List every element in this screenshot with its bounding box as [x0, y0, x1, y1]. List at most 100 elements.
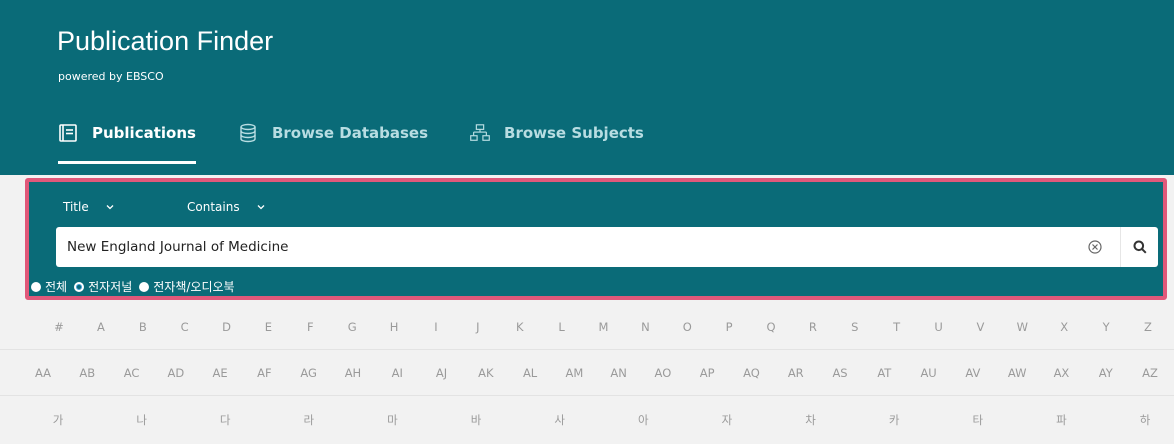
browse-letter-link[interactable]: AS: [820, 366, 860, 380]
browse-letter-link[interactable]: AL: [510, 366, 550, 380]
browse-letter-link[interactable]: 다: [205, 412, 245, 428]
browse-letter-link[interactable]: AG: [289, 366, 329, 380]
browse-letter-link[interactable]: 마: [372, 412, 412, 428]
operator-select[interactable]: Contains: [187, 200, 266, 214]
browse-letter-link[interactable]: 자: [707, 412, 747, 428]
search-panel: Title Contains New England Journal of Me…: [25, 178, 1167, 300]
browse-letter-link[interactable]: AP: [687, 366, 727, 380]
filter-label: 전체: [45, 280, 68, 294]
browse-letter-link[interactable]: AY: [1086, 366, 1126, 380]
browse-letter-link[interactable]: 아: [623, 412, 663, 428]
browse-letter-link[interactable]: F: [290, 320, 330, 334]
browse-letter-link[interactable]: B: [123, 320, 163, 334]
filter-label: 전자저널: [88, 280, 133, 294]
field-select-value: Title: [63, 200, 89, 214]
browse-letter-link[interactable]: W: [1002, 320, 1042, 334]
field-select[interactable]: Title: [63, 200, 187, 214]
browse-letter-link[interactable]: V: [960, 320, 1000, 334]
browse-letter-link[interactable]: R: [793, 320, 833, 334]
browse-letter-link[interactable]: J: [458, 320, 498, 334]
browse-letter-link[interactable]: AW: [997, 366, 1037, 380]
hierarchy-icon: [470, 123, 490, 143]
clear-search-icon[interactable]: [1086, 238, 1104, 256]
tab-label: Browse Subjects: [504, 124, 644, 142]
brand-subtitle: powered by EBSCO: [58, 70, 164, 83]
browse-letter-link[interactable]: H: [374, 320, 414, 334]
radio-dot: [74, 281, 85, 292]
browse-letter-link[interactable]: G: [332, 320, 372, 334]
tab-bar: Publications Browse Databases Browse Sub…: [58, 118, 686, 164]
browse-letter-link[interactable]: AM: [554, 366, 594, 380]
browse-letter-link[interactable]: 카: [874, 412, 914, 428]
browse-letter-link[interactable]: 가: [38, 412, 78, 428]
browse-letter-link[interactable]: Y: [1086, 320, 1126, 334]
filter-label: 전자책/오디오북: [153, 280, 235, 294]
browse-letter-link[interactable]: AJ: [422, 366, 462, 380]
browse-letter-link[interactable]: AV: [953, 366, 993, 380]
browse-letter-link[interactable]: AZ: [1130, 366, 1170, 380]
browse-letter-link[interactable]: AU: [909, 366, 949, 380]
browse-letter-link[interactable]: 타: [958, 412, 998, 428]
radio-dot: [31, 281, 41, 292]
browse-letter-link[interactable]: AX: [1041, 366, 1081, 380]
browse-letter-link[interactable]: 하: [1125, 412, 1165, 428]
browse-letter-link[interactable]: AK: [466, 366, 506, 380]
filter-all[interactable]: 전체: [31, 278, 67, 295]
browse-letter-link[interactable]: 사: [540, 412, 580, 428]
browse-letter-link[interactable]: 차: [791, 412, 831, 428]
book-icon: [58, 123, 78, 143]
browse-letter-link[interactable]: AR: [776, 366, 816, 380]
browse-letter-link[interactable]: L: [542, 320, 582, 334]
browse-letter-link[interactable]: Q: [751, 320, 791, 334]
search-input[interactable]: [56, 227, 1076, 267]
browse-letter-link[interactable]: AN: [599, 366, 639, 380]
browse-letters-korean: 가나다라마바사아자차카타파하: [0, 397, 1174, 443]
browse-letter-link[interactable]: T: [877, 320, 917, 334]
browse-letter-link[interactable]: A: [81, 320, 121, 334]
browse-letter-link[interactable]: M: [584, 320, 624, 334]
browse-letter-link[interactable]: 라: [289, 412, 329, 428]
browse-letter-link[interactable]: S: [835, 320, 875, 334]
filter-ebook-audiobook[interactable]: 전자책/오디오북: [139, 278, 235, 295]
search-box: [56, 227, 1158, 267]
browse-letter-link[interactable]: N: [625, 320, 665, 334]
tab-publications[interactable]: Publications: [58, 118, 196, 164]
brand-title: Publication Finder: [57, 26, 274, 56]
browse-letter-link[interactable]: I: [416, 320, 456, 334]
browse-letter-link[interactable]: O: [667, 320, 707, 334]
browse-letter-link[interactable]: AI: [377, 366, 417, 380]
browse-letter-link[interactable]: Z: [1128, 320, 1168, 334]
tab-label: Publications: [92, 124, 196, 142]
search-options: Title Contains: [63, 200, 266, 214]
browse-letter-link[interactable]: AF: [244, 366, 284, 380]
filter-ejournal[interactable]: 전자저널: [74, 278, 132, 295]
browse-letter-link[interactable]: AB: [67, 366, 107, 380]
browse-letter-link[interactable]: E: [248, 320, 288, 334]
tab-browse-databases[interactable]: Browse Databases: [238, 118, 428, 148]
browse-letter-link[interactable]: X: [1044, 320, 1084, 334]
browse-letter-link[interactable]: AH: [333, 366, 373, 380]
format-filter: 전체 전자저널 전자책/오디오북: [31, 278, 242, 295]
tab-browse-subjects[interactable]: Browse Subjects: [470, 118, 644, 148]
search-button[interactable]: [1120, 227, 1158, 267]
browse-letters-single: # A B C D E F G H I J K L M N O P Q R S T U V W X Y Z: [0, 304, 1174, 350]
browse-letter-link[interactable]: 바: [456, 412, 496, 428]
browse-letter-link[interactable]: AA: [23, 366, 63, 380]
browse-letter-link[interactable]: P: [709, 320, 749, 334]
browse-letter-link[interactable]: AD: [156, 366, 196, 380]
browse-letter-link[interactable]: K: [500, 320, 540, 334]
browse-letter-link[interactable]: AE: [200, 366, 240, 380]
browse-letter-link[interactable]: AQ: [731, 366, 771, 380]
browse-letter-link[interactable]: U: [919, 320, 959, 334]
header: Publication Finder powered by EBSCO Publ…: [0, 0, 1174, 175]
tab-label: Browse Databases: [271, 124, 429, 142]
browse-letter-link[interactable]: AT: [864, 366, 904, 380]
browse-letter-link[interactable]: C: [165, 320, 205, 334]
browse-letter-link[interactable]: D: [207, 320, 247, 334]
operator-select-value: Contains: [187, 200, 240, 214]
browse-letter-link[interactable]: #: [39, 320, 79, 334]
browse-letter-link[interactable]: AC: [112, 366, 152, 380]
browse-letter-link[interactable]: 파: [1041, 412, 1081, 428]
browse-letter-link[interactable]: 나: [122, 412, 162, 428]
browse-letter-link[interactable]: AO: [643, 366, 683, 380]
